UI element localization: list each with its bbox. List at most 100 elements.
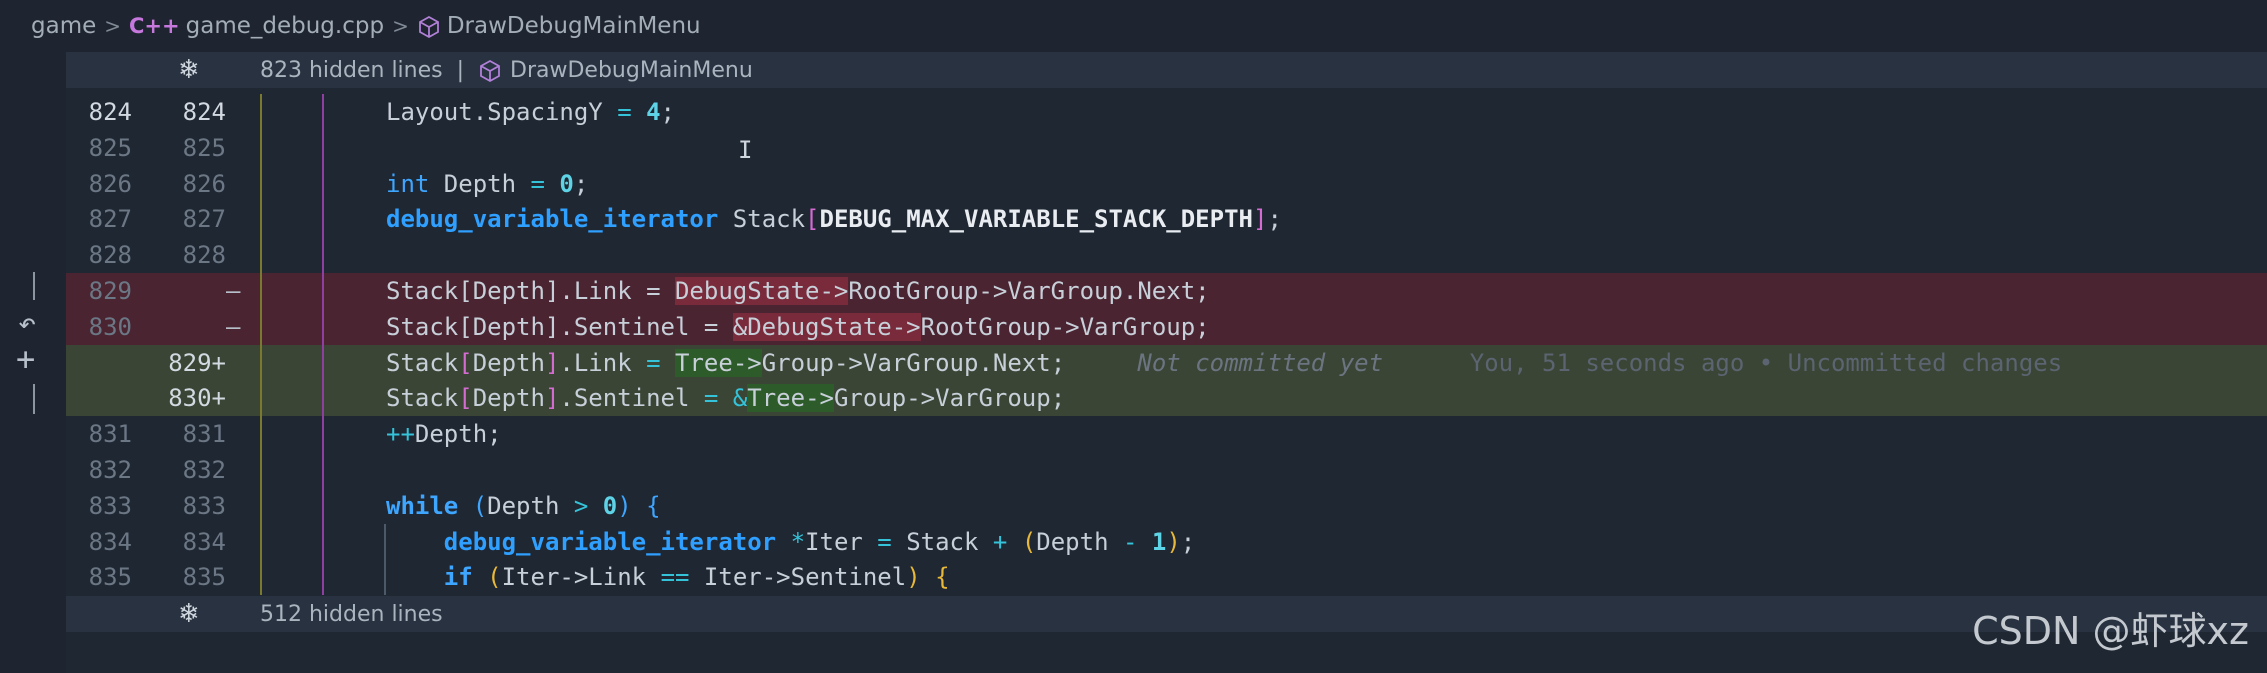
indent-guide	[260, 523, 262, 560]
code-text: Stack	[718, 205, 806, 234]
code-content: Layout.SpacingY = 4;	[386, 94, 675, 130]
operator: =	[877, 527, 892, 556]
line-number-new: 825	[182, 133, 226, 162]
breadcrumb-file[interactable]: game_debug.cpp	[186, 13, 384, 39]
code-line[interactable]: 826 826 int Depth = 0;	[66, 165, 2267, 202]
bracket: ]	[544, 384, 560, 413]
diff-line-added[interactable]: 829+ Stack[Depth].Link = Tree->Group->Var…	[66, 344, 2267, 381]
hidden-lines-bar-top[interactable]: ❄ 823 hidden lines | DrawDebugMainMenu	[66, 52, 2267, 88]
indent-guide	[260, 273, 262, 309]
number: 1	[1151, 527, 1167, 556]
indent-guide	[260, 559, 262, 596]
cpp-file-icon: C++	[129, 14, 180, 38]
code-content: Stack[Depth].Link = Tree->Group->VarGrou…	[386, 345, 2062, 381]
code-text: ;	[1180, 527, 1196, 556]
operator: =	[703, 384, 719, 413]
line-number-old: 835	[88, 563, 132, 592]
indent-guide	[260, 344, 262, 381]
removed-text: DebugState->	[674, 277, 849, 305]
cube-icon	[478, 58, 502, 83]
code-line[interactable]: 832 832	[66, 452, 2267, 488]
line-number-old: 828	[88, 241, 132, 270]
line-number-old: 826	[88, 169, 132, 198]
line-number-new: 832	[182, 456, 226, 484]
line-number-new: 833	[182, 491, 226, 520]
line-number-old: 827	[88, 205, 132, 234]
plus-icon[interactable]: +	[16, 340, 35, 378]
hidden-lines-count: 512 hidden lines	[260, 601, 443, 627]
code-text: .Link	[559, 348, 647, 377]
code-line[interactable]: 831 831 ++Depth;	[66, 416, 2267, 453]
hidden-lines-symbol[interactable]: DrawDebugMainMenu	[510, 58, 753, 83]
diff-line-removed[interactable]: 829 — Stack[Depth].Link = DebugState->Root…	[66, 273, 2267, 309]
code-text: Depth	[472, 348, 545, 377]
code-text: Iter	[805, 527, 878, 556]
removed-marker: —	[226, 312, 241, 341]
code-text: Iter->Sentinel	[689, 563, 907, 592]
code-content: int Depth = 0;	[386, 166, 588, 202]
code-text: Stack[Depth].Sentinel =	[386, 312, 733, 341]
added-text: Tree->	[675, 348, 762, 377]
line-number-new: 830+	[168, 384, 226, 413]
diff-line-added[interactable]: 830+ Stack[Depth].Sentinel = &Tree->Group…	[66, 380, 2267, 417]
operator: -	[1122, 527, 1138, 556]
bracket: (	[472, 491, 488, 520]
bracket: (	[487, 563, 502, 592]
blame-info[interactable]: You, 51 seconds ago • Uncommitted change…	[1470, 349, 2062, 377]
indent-guide	[322, 452, 324, 488]
operator: =	[530, 169, 545, 198]
type-name: debug_variable_iterator	[386, 205, 719, 234]
indent-guide	[260, 380, 262, 417]
code-line[interactable]: 835 835 if (Iter->Link == Iter->Sentinel)…	[66, 559, 2267, 596]
number: 0	[559, 169, 574, 198]
code-text: ;	[1267, 205, 1282, 234]
code-text: Depth	[472, 384, 545, 413]
operator: ++	[386, 420, 415, 449]
removed-text: &DebugState->	[732, 312, 921, 341]
code-content: Stack[Depth].Link = DebugState->RootGrou…	[386, 273, 1210, 309]
code-line[interactable]: 827 827 debug_variable_iterator Stack[DEBU…	[66, 201, 2267, 238]
code-line[interactable]: 833 833 while (Depth > 0) {	[66, 487, 2267, 524]
snowflake-icon[interactable]: ❄	[178, 52, 200, 88]
snowflake-icon[interactable]: ❄	[178, 596, 200, 632]
separator: |	[456, 57, 465, 83]
code-text: ;	[660, 98, 675, 126]
indent-guide	[322, 344, 324, 381]
indent-guide	[260, 165, 262, 202]
operator: +	[992, 527, 1008, 556]
number: 4	[646, 98, 661, 126]
indent-guide	[260, 487, 262, 524]
code-line[interactable]: 834 834 debug_variable_iterator *Iter = S…	[66, 523, 2267, 560]
operator: *	[790, 527, 806, 556]
line-number-old: 832	[88, 456, 132, 484]
revert-icon[interactable]: ↶	[18, 306, 36, 341]
code-content: if (Iter->Link == Iter->Sentinel) {	[386, 559, 950, 595]
indent-guide	[260, 94, 262, 130]
diff-line-removed[interactable]: 830 — Stack[Depth].Sentinel = &DebugState-…	[66, 308, 2267, 345]
removed-marker: —	[226, 277, 241, 305]
keyword: int	[386, 169, 430, 198]
bracket: {	[646, 491, 661, 520]
code-line[interactable]: 825 825	[66, 129, 2267, 166]
indent-guide	[322, 94, 324, 130]
breadcrumb-folder[interactable]: game	[31, 13, 96, 39]
line-number-old: 830	[88, 312, 132, 341]
line-number-new: 826	[182, 169, 226, 198]
code-line[interactable]: 828 828	[66, 237, 2267, 274]
indent-guide	[322, 308, 324, 345]
code-content: debug_variable_iterator *Iter = Stack + …	[386, 524, 1195, 560]
breadcrumb-symbol[interactable]: DrawDebugMainMenu	[447, 13, 701, 39]
gutter-line	[33, 272, 35, 300]
code-text: Stack	[386, 384, 459, 413]
watermark: CSDN @虾球xz	[1972, 609, 2249, 653]
code-text: Layout.SpacingY	[386, 98, 618, 126]
code-line[interactable]: 824 824 Layout.SpacingY = 4;	[66, 94, 2267, 130]
hidden-lines-bar-bottom[interactable]: ❄ 512 hidden lines	[66, 596, 2267, 632]
indent-guide	[260, 452, 262, 488]
